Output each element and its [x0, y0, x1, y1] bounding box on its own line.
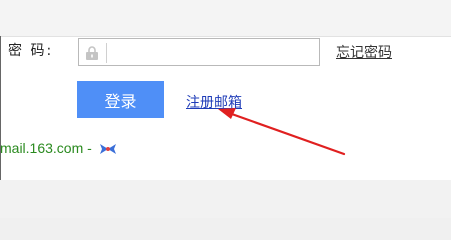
bottom-strip [0, 180, 451, 218]
footer-domain: mail.163.com - [0, 140, 118, 156]
lock-icon [86, 46, 98, 60]
footer-separator: - [83, 140, 96, 156]
login-screen: 密 码: 忘记密码 登录 注册邮箱 mail.163.com - [0, 0, 451, 218]
bow-icon [99, 144, 116, 155]
login-button[interactable]: 登录 [77, 81, 164, 118]
register-email-link[interactable]: 注册邮箱 [186, 92, 242, 112]
password-label: 密 码: [8, 43, 54, 59]
footer-domain-text: mail.163.com [0, 140, 84, 156]
forgot-password-link[interactable]: 忘记密码 [336, 42, 392, 62]
password-field[interactable] [78, 38, 320, 66]
input-divider [106, 43, 107, 63]
panel-divider [0, 36, 1, 180]
top-strip [0, 0, 451, 36]
